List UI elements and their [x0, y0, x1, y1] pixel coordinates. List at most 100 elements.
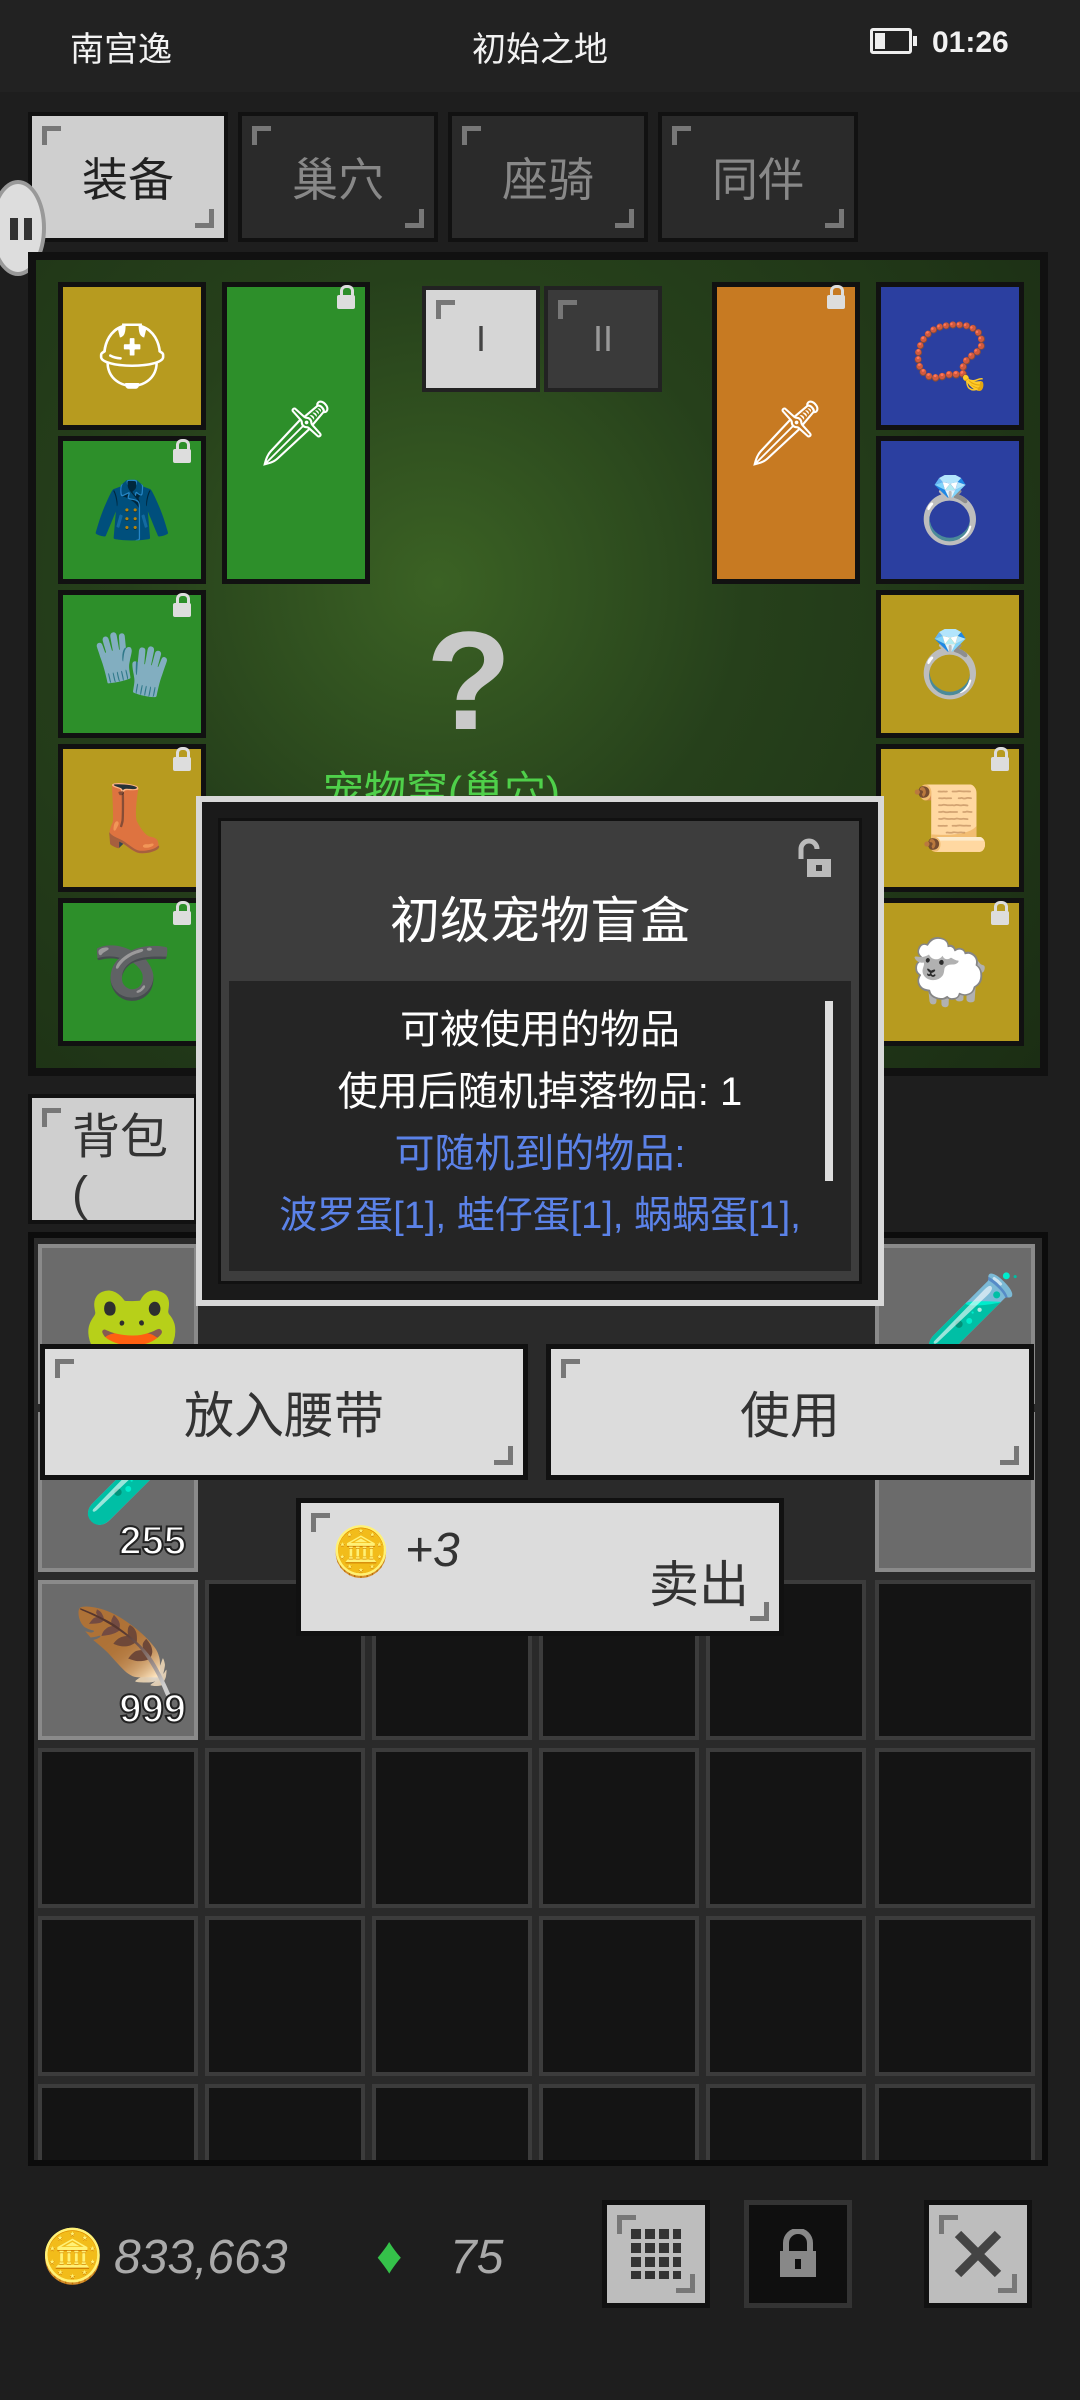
inventory-cell[interactable] — [38, 2084, 198, 2160]
ring-slot-2[interactable]: 💍 — [876, 590, 1024, 738]
weapon-slot[interactable]: 🗡 — [222, 282, 370, 584]
pet-card-slot[interactable]: 🐑 — [876, 898, 1024, 1046]
tab-companion[interactable]: 同伴 — [658, 112, 858, 242]
set-one-button[interactable]: I — [422, 286, 540, 392]
inventory-cell[interactable] — [875, 1916, 1035, 2076]
item-quantity: 999 — [118, 1686, 187, 1732]
sword-icon: 🗡 — [255, 396, 337, 469]
pet-card-icon: 🐑 — [910, 935, 990, 1008]
golden-dagger-icon: 🗡 — [745, 396, 827, 469]
lock-icon — [827, 285, 845, 309]
lock-icon — [780, 2229, 816, 2277]
helmet-slot[interactable]: ⛑ — [58, 282, 206, 430]
sell-price: +3 — [405, 1524, 460, 1577]
lock-icon — [173, 901, 191, 925]
lock-toggle-button[interactable] — [744, 2200, 852, 2308]
tab-mount[interactable]: 座骑 — [448, 112, 648, 242]
tab-nest[interactable]: 巢穴 — [238, 112, 438, 242]
player-name: 南宫逸 — [70, 31, 172, 69]
modal-content: 初级宠物盲盒 可被使用的物品 使用后随机掉落物品: 1 可随机到的物品: 波罗蛋… — [218, 818, 862, 1284]
gold-amount: 833,663 — [114, 2231, 288, 2284]
lock-icon — [991, 901, 1009, 925]
tab-label: 同伴 — [712, 154, 804, 206]
description-scrollbar[interactable] — [825, 1001, 833, 1181]
tab-label: 装备 — [82, 154, 174, 206]
inventory-cell[interactable] — [539, 2084, 699, 2160]
inventory-cell[interactable] — [205, 2084, 365, 2160]
tab-label: 座骑 — [502, 154, 594, 206]
usable-text: 可被使用的物品 — [400, 1008, 680, 1052]
inventory-cell[interactable] — [875, 1748, 1035, 1908]
inventory-cell[interactable] — [539, 1748, 699, 1908]
backpack-tab-label: 背包 ( — [72, 1110, 169, 1221]
gold-icon: 🪙 — [40, 2228, 105, 2286]
inventory-cell[interactable] — [706, 2084, 866, 2160]
inventory-cell[interactable] — [372, 1916, 532, 2076]
gloves-slot[interactable]: 🧤 — [58, 590, 206, 738]
close-icon — [954, 2230, 1002, 2278]
tab-equipment[interactable]: 装备 — [28, 112, 228, 242]
scroll-slot[interactable]: 📜 — [876, 744, 1024, 892]
close-button[interactable] — [924, 2200, 1032, 2308]
set-two-button[interactable]: II — [544, 286, 662, 392]
gold-coins-icon: 🪙 — [331, 1526, 391, 1579]
gauntlet-icon: 🧤 — [92, 627, 172, 700]
inventory-cell[interactable] — [38, 1748, 198, 1908]
inventory-cell[interactable] — [875, 1580, 1035, 1740]
location-name: 初始之地 — [472, 31, 608, 69]
inventory-cell[interactable] — [539, 1916, 699, 2076]
boots-slot[interactable]: 👢 — [58, 744, 206, 892]
unlock-icon[interactable] — [795, 837, 841, 883]
status-bar: 南宫逸 初始之地 01:26 — [0, 0, 1080, 92]
clock: 01:26 — [932, 26, 1009, 59]
sort-button[interactable] — [602, 2200, 710, 2308]
gold-ring-icon: 💍 — [910, 627, 990, 700]
set-two-label: II — [592, 318, 613, 359]
inventory-cell[interactable] — [875, 2084, 1035, 2160]
offhand-slot[interactable]: 🗡 — [712, 282, 860, 584]
possible-items-heading: 可随机到的物品: — [394, 1132, 686, 1176]
inventory-cell[interactable] — [372, 2084, 532, 2160]
sell-button[interactable]: 🪙 +3 卖出 — [296, 1498, 784, 1636]
horned-helmet-icon: ⛑ — [91, 319, 173, 392]
tab-backpack[interactable]: 背包 ( — [28, 1094, 198, 1224]
item-detail-modal: 初级宠物盲盒 可被使用的物品 使用后随机掉落物品: 1 可随机到的物品: 波罗蛋… — [196, 796, 884, 1306]
inventory-cell[interactable] — [205, 1748, 365, 1908]
inventory-cell[interactable] — [38, 1916, 198, 2076]
tab-label: 巢穴 — [292, 154, 384, 206]
question-mark-icon: ? — [426, 602, 512, 759]
sell-label: 卖出 — [649, 1557, 749, 1613]
scroll-icon: 📜 — [910, 781, 990, 854]
use-label: 使用 — [740, 1388, 840, 1444]
lock-icon — [173, 439, 191, 463]
put-in-belt-label: 放入腰带 — [184, 1388, 384, 1444]
item-quantity: 255 — [118, 1518, 187, 1564]
lock-icon — [337, 285, 355, 309]
amulet-slot[interactable]: 📿 — [876, 282, 1024, 430]
inventory-cell[interactable] — [706, 1916, 866, 2076]
inventory-cell[interactable] — [372, 1748, 532, 1908]
drop-count-text: 使用后随机掉落物品: 1 — [337, 1070, 743, 1114]
lock-icon — [173, 593, 191, 617]
put-in-belt-button[interactable]: 放入腰带 — [40, 1344, 528, 1480]
use-button[interactable]: 使用 — [546, 1344, 1034, 1480]
armor-slot[interactable]: 🧥 — [58, 436, 206, 584]
ring-slot-1[interactable]: 💍 — [876, 436, 1024, 584]
item-description[interactable]: 可被使用的物品 使用后随机掉落物品: 1 可随机到的物品: 波罗蛋[1], 蛙仔… — [229, 981, 851, 1271]
set-one-label: I — [475, 318, 486, 359]
inventory-cell[interactable]: 🪶 999 — [38, 1580, 198, 1740]
amulet-icon: 📿 — [910, 319, 990, 392]
lock-icon — [173, 747, 191, 771]
gem-amount: 75 — [450, 2231, 504, 2284]
chainmail-armor-icon: 🧥 — [92, 473, 172, 546]
belt-icon: ➰ — [92, 935, 172, 1008]
belt-slot[interactable]: ➰ — [58, 898, 206, 1046]
lock-icon — [991, 747, 1009, 771]
gem-icon: ♦ — [376, 2227, 403, 2285]
grid-icon — [631, 2229, 681, 2279]
battery-icon — [870, 28, 917, 54]
inventory-cell[interactable] — [205, 1916, 365, 2076]
boots-icon: 👢 — [92, 781, 172, 854]
inventory-cell[interactable] — [706, 1748, 866, 1908]
possible-items-list: 波罗蛋[1], 蛙仔蛋[1], 蜗蜗蛋[1], — [279, 1195, 801, 1237]
